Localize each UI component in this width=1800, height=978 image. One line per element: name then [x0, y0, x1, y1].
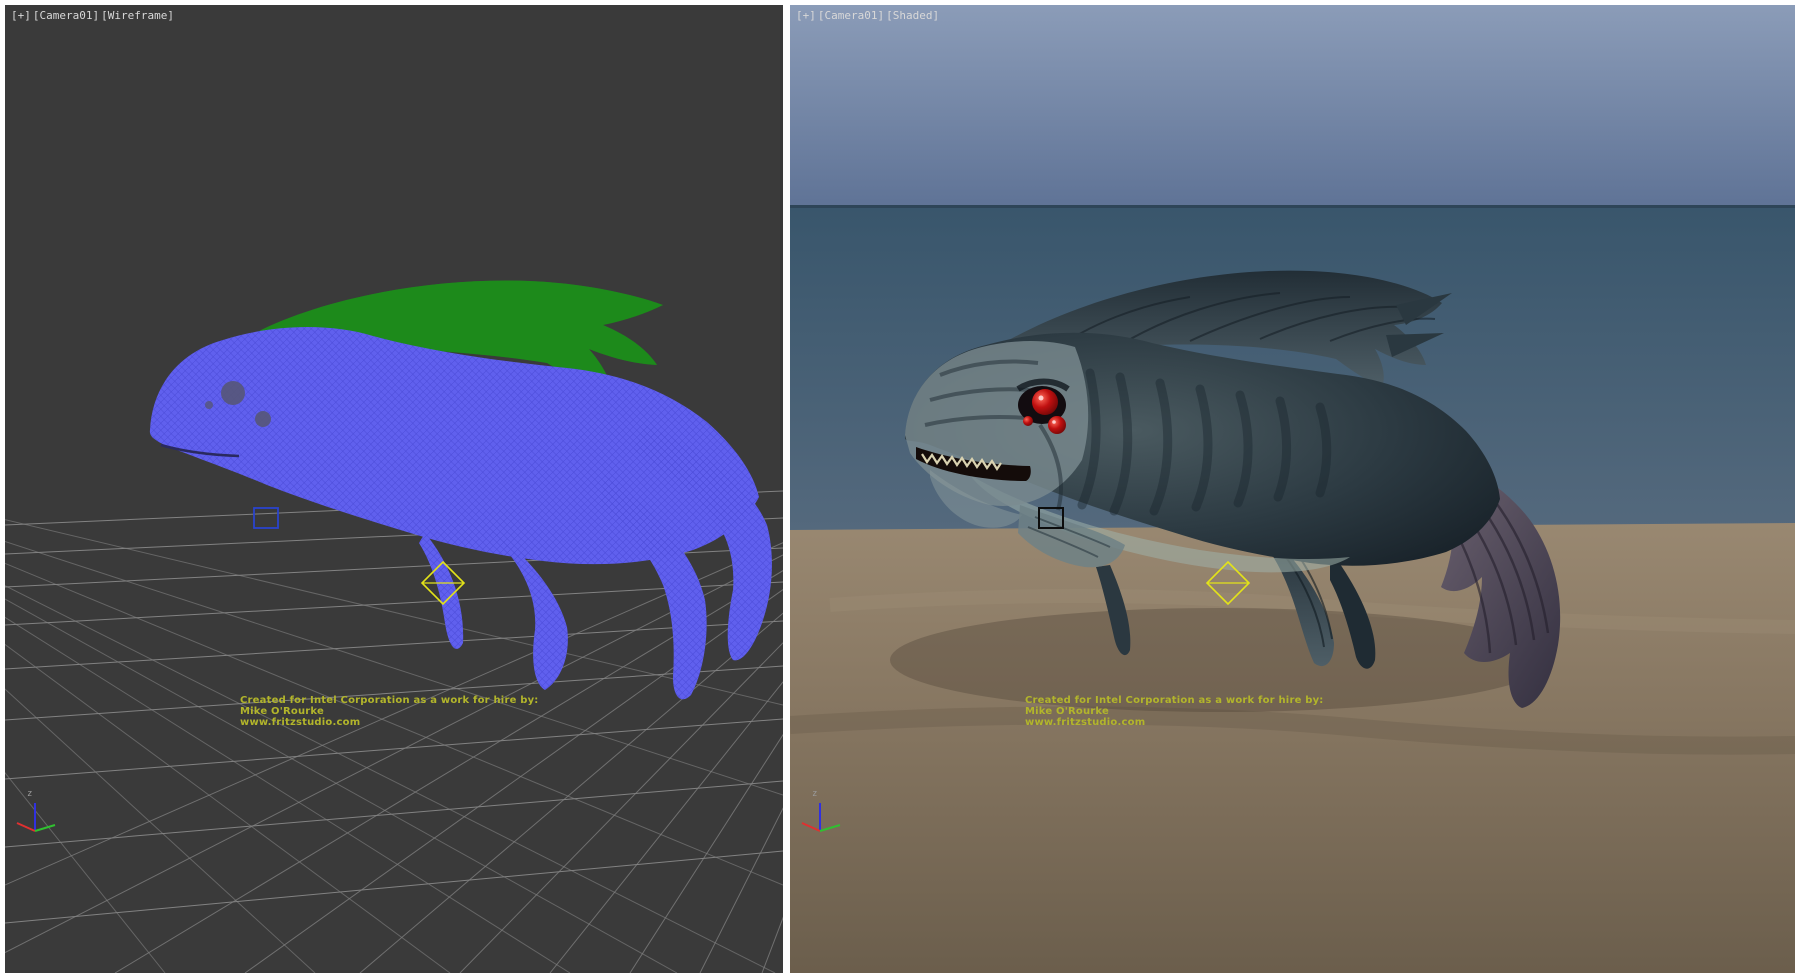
viewport-shaded[interactable]: [+] [Camera01] [Shaded]	[790, 5, 1795, 973]
credit-line: www.fritzstudio.com	[1025, 717, 1324, 728]
viewport-label-bar: [+] [Camera01] [Wireframe]	[11, 9, 174, 22]
fish-eye-spot	[221, 381, 245, 405]
box-helper-gizmo[interactable]	[1036, 505, 1066, 531]
viewport-camera-menu[interactable]: [Camera01]	[33, 9, 99, 22]
axis-y-icon	[820, 825, 840, 831]
world-axis-tripod: z	[13, 791, 69, 841]
dummy-helper-gizmo[interactable]	[420, 560, 466, 606]
horizon-line	[790, 205, 1795, 208]
fish-body-wireframe[interactable]	[150, 327, 772, 699]
viewport-pov-menu[interactable]: [+]	[796, 9, 816, 22]
viewport-pov-menu[interactable]: [+]	[11, 9, 31, 22]
credit-line: Created for Intel Corporation as a work …	[1025, 695, 1324, 706]
axis-x-icon	[17, 823, 35, 831]
fish-eye-large	[1032, 389, 1058, 415]
viewport-label-bar: [+] [Camera01] [Shaded]	[796, 9, 939, 22]
credit-text: Created for Intel Corporation as a work …	[240, 695, 539, 728]
sky-background	[790, 5, 1795, 207]
fish-eye-tiny	[1023, 416, 1033, 426]
credit-line: Mike O'Rourke	[1025, 706, 1324, 717]
credit-text: Created for Intel Corporation as a work …	[1025, 695, 1324, 728]
viewport-shading-menu[interactable]: [Shaded]	[886, 9, 939, 22]
eye-highlight	[1052, 420, 1056, 424]
axis-y-icon	[35, 825, 55, 831]
credit-line: Created for Intel Corporation as a work …	[240, 695, 539, 706]
wireframe-scene-canvas[interactable]	[5, 5, 783, 973]
axis-z-label: z	[812, 789, 817, 799]
viewport-wireframe[interactable]: [+] [Camera01] [Wireframe]	[5, 5, 783, 973]
viewport-camera-menu[interactable]: [Camera01]	[818, 9, 884, 22]
fish-nostril-spot	[205, 401, 213, 409]
fish-eye-spot	[255, 411, 271, 427]
viewport-shading-menu[interactable]: [Wireframe]	[101, 9, 174, 22]
eye-highlight	[1039, 396, 1044, 401]
fish-eye-small	[1048, 416, 1066, 434]
axis-x-icon	[802, 823, 820, 831]
axis-z-label: z	[27, 789, 32, 799]
shaded-scene-canvas[interactable]	[790, 5, 1795, 973]
dummy-helper-gizmo[interactable]	[1205, 560, 1251, 606]
credit-line: Mike O'Rourke	[240, 706, 539, 717]
box-helper-gizmo[interactable]	[251, 505, 281, 531]
world-axis-tripod: z	[798, 791, 854, 841]
credit-line: www.fritzstudio.com	[240, 717, 539, 728]
